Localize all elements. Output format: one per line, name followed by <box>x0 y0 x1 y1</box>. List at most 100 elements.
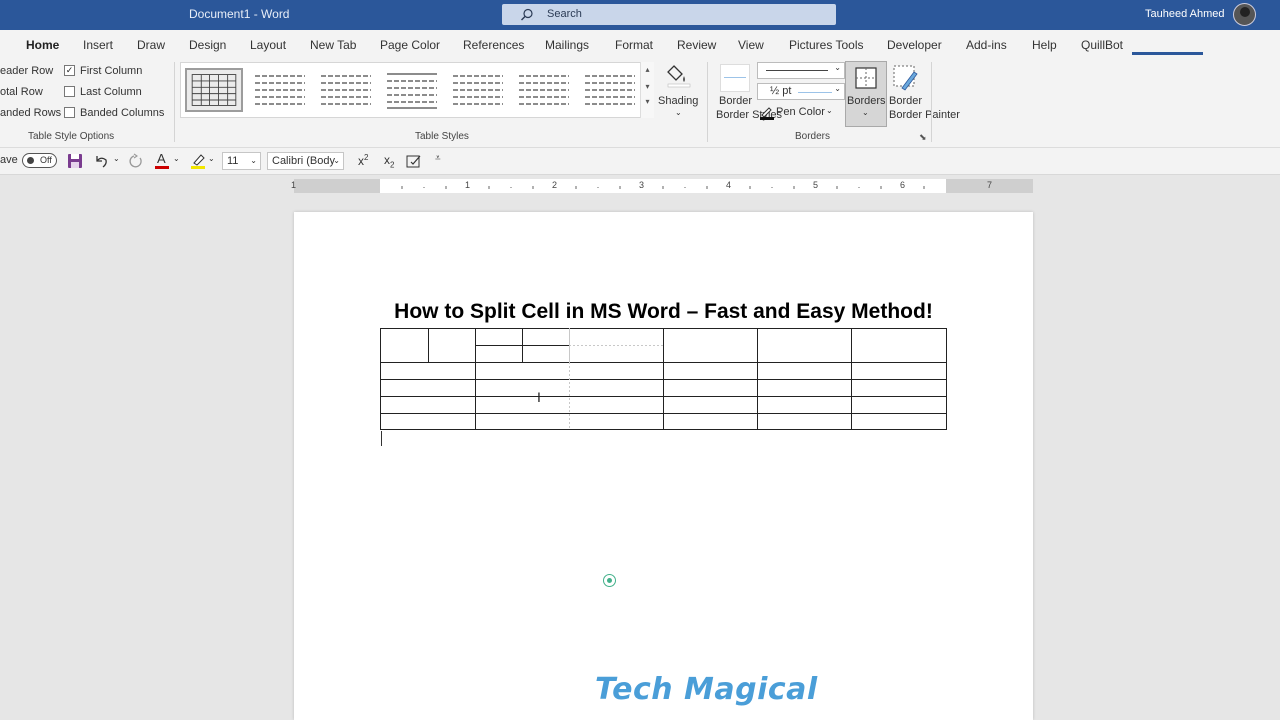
shading-dropdown-icon[interactable]: ⌄ <box>675 108 682 117</box>
pen-color-icon[interactable] <box>759 104 775 120</box>
option-last-column[interactable]: Last Column <box>80 86 142 98</box>
font-size-select[interactable]: 11 ⌄ <box>222 152 261 170</box>
tab-help[interactable]: Help <box>1032 38 1057 52</box>
highlight-dropdown-icon[interactable]: ⌄ <box>208 154 215 163</box>
pen-color-dropdown-icon[interactable]: ⌄ <box>826 106 833 115</box>
document-title: Document1 - Word <box>189 7 290 21</box>
gallery-more-icon[interactable]: ▾ <box>641 97 654 106</box>
shading-button[interactable]: Shading <box>658 95 698 107</box>
tab-format[interactable]: Format <box>615 38 653 52</box>
customize-toolbar-icon[interactable]: ⩡ <box>435 153 441 164</box>
tab-quillbot[interactable]: QuillBot <box>1081 38 1123 52</box>
last-column-checkbox[interactable] <box>64 86 75 97</box>
line-weight-dropdown[interactable]: ½ pt ⌄ <box>757 83 845 100</box>
highlight-icon[interactable] <box>190 152 206 170</box>
table-style-thumb[interactable] <box>317 68 375 112</box>
table-style-thumb[interactable] <box>251 68 309 112</box>
autosave-state: Off <box>40 155 52 165</box>
search-icon <box>521 8 533 21</box>
search-placeholder: Search <box>547 8 582 20</box>
line-style-dropdown[interactable]: ⌄ <box>757 62 845 79</box>
option-total-row[interactable]: otal Row <box>0 86 43 98</box>
undo-dropdown-icon[interactable]: ⌄ <box>113 154 120 163</box>
option-header-row[interactable]: eader Row <box>0 65 53 77</box>
subscript-icon[interactable]: x2 <box>384 153 394 169</box>
font-size-value: 11 <box>227 155 239 167</box>
tab-new-tab[interactable]: New Tab <box>310 38 356 52</box>
gallery-scroll-control[interactable]: ▴ ▾ ▾ <box>640 62 654 118</box>
option-first-column[interactable]: First Column <box>80 65 142 77</box>
text-caret <box>381 431 382 446</box>
document-page[interactable] <box>294 212 1033 720</box>
group-label-borders: Borders <box>795 131 831 142</box>
tab-mailings[interactable]: Mailings <box>545 38 589 52</box>
group-separator <box>931 62 932 142</box>
search-box[interactable]: Search <box>502 4 836 25</box>
group-label-table-style-options: Table Style Options <box>28 131 115 142</box>
tab-developer[interactable]: Developer <box>887 38 942 52</box>
active-tab-indicator <box>1132 52 1203 55</box>
save-icon[interactable] <box>67 153 83 169</box>
user-name[interactable]: Tauheed Ahmed <box>1145 8 1225 20</box>
redo-icon[interactable] <box>128 153 144 169</box>
table-style-thumb[interactable] <box>383 68 441 112</box>
option-banded-rows[interactable]: anded Rows <box>0 107 61 119</box>
tab-insert[interactable]: Insert <box>83 38 113 52</box>
table-style-thumb[interactable] <box>449 68 507 112</box>
border-painter-label[interactable]: Border <box>889 95 922 107</box>
tab-page-color[interactable]: Page Color <box>380 38 440 52</box>
ruler-ticks <box>401 186 925 189</box>
dialog-launcher-icon[interactable]: ⬊ <box>919 132 927 143</box>
borders-icon <box>855 67 877 89</box>
text-cursor-icon: I <box>537 389 541 405</box>
ribbon-tabs: Home Insert Draw Design Layout New Tab P… <box>0 30 1280 60</box>
document-heading[interactable]: How to Split Cell in MS Word – Fast and … <box>380 300 947 324</box>
tab-design[interactable]: Design <box>189 38 226 52</box>
table-style-thumb[interactable] <box>185 68 243 112</box>
avatar[interactable] <box>1233 3 1256 26</box>
tab-references[interactable]: References <box>463 38 524 52</box>
font-color-swatch <box>155 166 169 169</box>
gallery-up-icon[interactable]: ▴ <box>641 65 654 74</box>
font-name-select[interactable]: Calibri (Body ⌄ <box>267 152 344 170</box>
table-style-thumb[interactable] <box>515 68 573 112</box>
tab-home[interactable]: Home <box>26 38 59 52</box>
quick-access-toolbar: ave Off ⌄ A ⌄ ⌄ 11 ⌄ Calibri (Body ⌄ x2 x2… <box>0 148 1280 175</box>
font-color-icon[interactable]: A <box>157 151 166 166</box>
watermark-logo: Tech Magical <box>595 672 818 707</box>
autosave-toggle[interactable]: Off <box>22 153 57 168</box>
border-styles-label[interactable]: Border <box>719 95 752 107</box>
autosave-label: ave <box>0 154 18 166</box>
group-label-table-styles: Table Styles <box>415 131 469 142</box>
font-name-value: Calibri (Body <box>272 155 335 167</box>
table-style-thumb[interactable] <box>581 68 639 112</box>
borders-button[interactable]: Borders ⌄ <box>845 61 887 127</box>
borders-label: Borders <box>847 95 886 107</box>
group-separator <box>174 62 175 142</box>
gallery-down-icon[interactable]: ▾ <box>641 82 654 91</box>
line-weight-value: ½ pt <box>770 85 792 97</box>
border-painter-icon[interactable] <box>892 64 920 92</box>
shading-icon[interactable] <box>666 62 692 88</box>
border-styles-swatch[interactable] <box>720 64 750 92</box>
pen-color-button[interactable]: Pen Color <box>776 106 825 118</box>
option-banded-columns[interactable]: Banded Columns <box>80 107 164 119</box>
tab-pictures-tools[interactable]: Pictures Tools <box>789 38 863 52</box>
border-painter-button[interactable]: Border Painter <box>889 109 960 121</box>
click-indicator <box>603 574 616 587</box>
font-color-dropdown-icon[interactable]: ⌄ <box>173 154 180 163</box>
spelling-check-icon[interactable] <box>406 153 422 169</box>
banded-columns-checkbox[interactable] <box>64 107 75 118</box>
first-column-checkbox[interactable]: ✓ <box>64 65 75 76</box>
document-table[interactable] <box>380 328 947 430</box>
tab-draw[interactable]: Draw <box>137 38 165 52</box>
tab-layout[interactable]: Layout <box>250 38 286 52</box>
group-separator <box>707 62 708 142</box>
superscript-icon[interactable]: x2 <box>358 153 368 168</box>
table-styles-gallery[interactable] <box>180 62 654 118</box>
borders-dropdown-icon: ⌄ <box>862 108 869 117</box>
tab-review[interactable]: Review <box>677 38 716 52</box>
undo-icon[interactable] <box>93 153 109 169</box>
tab-view[interactable]: View <box>738 38 764 52</box>
tab-add-ins[interactable]: Add-ins <box>966 38 1007 52</box>
